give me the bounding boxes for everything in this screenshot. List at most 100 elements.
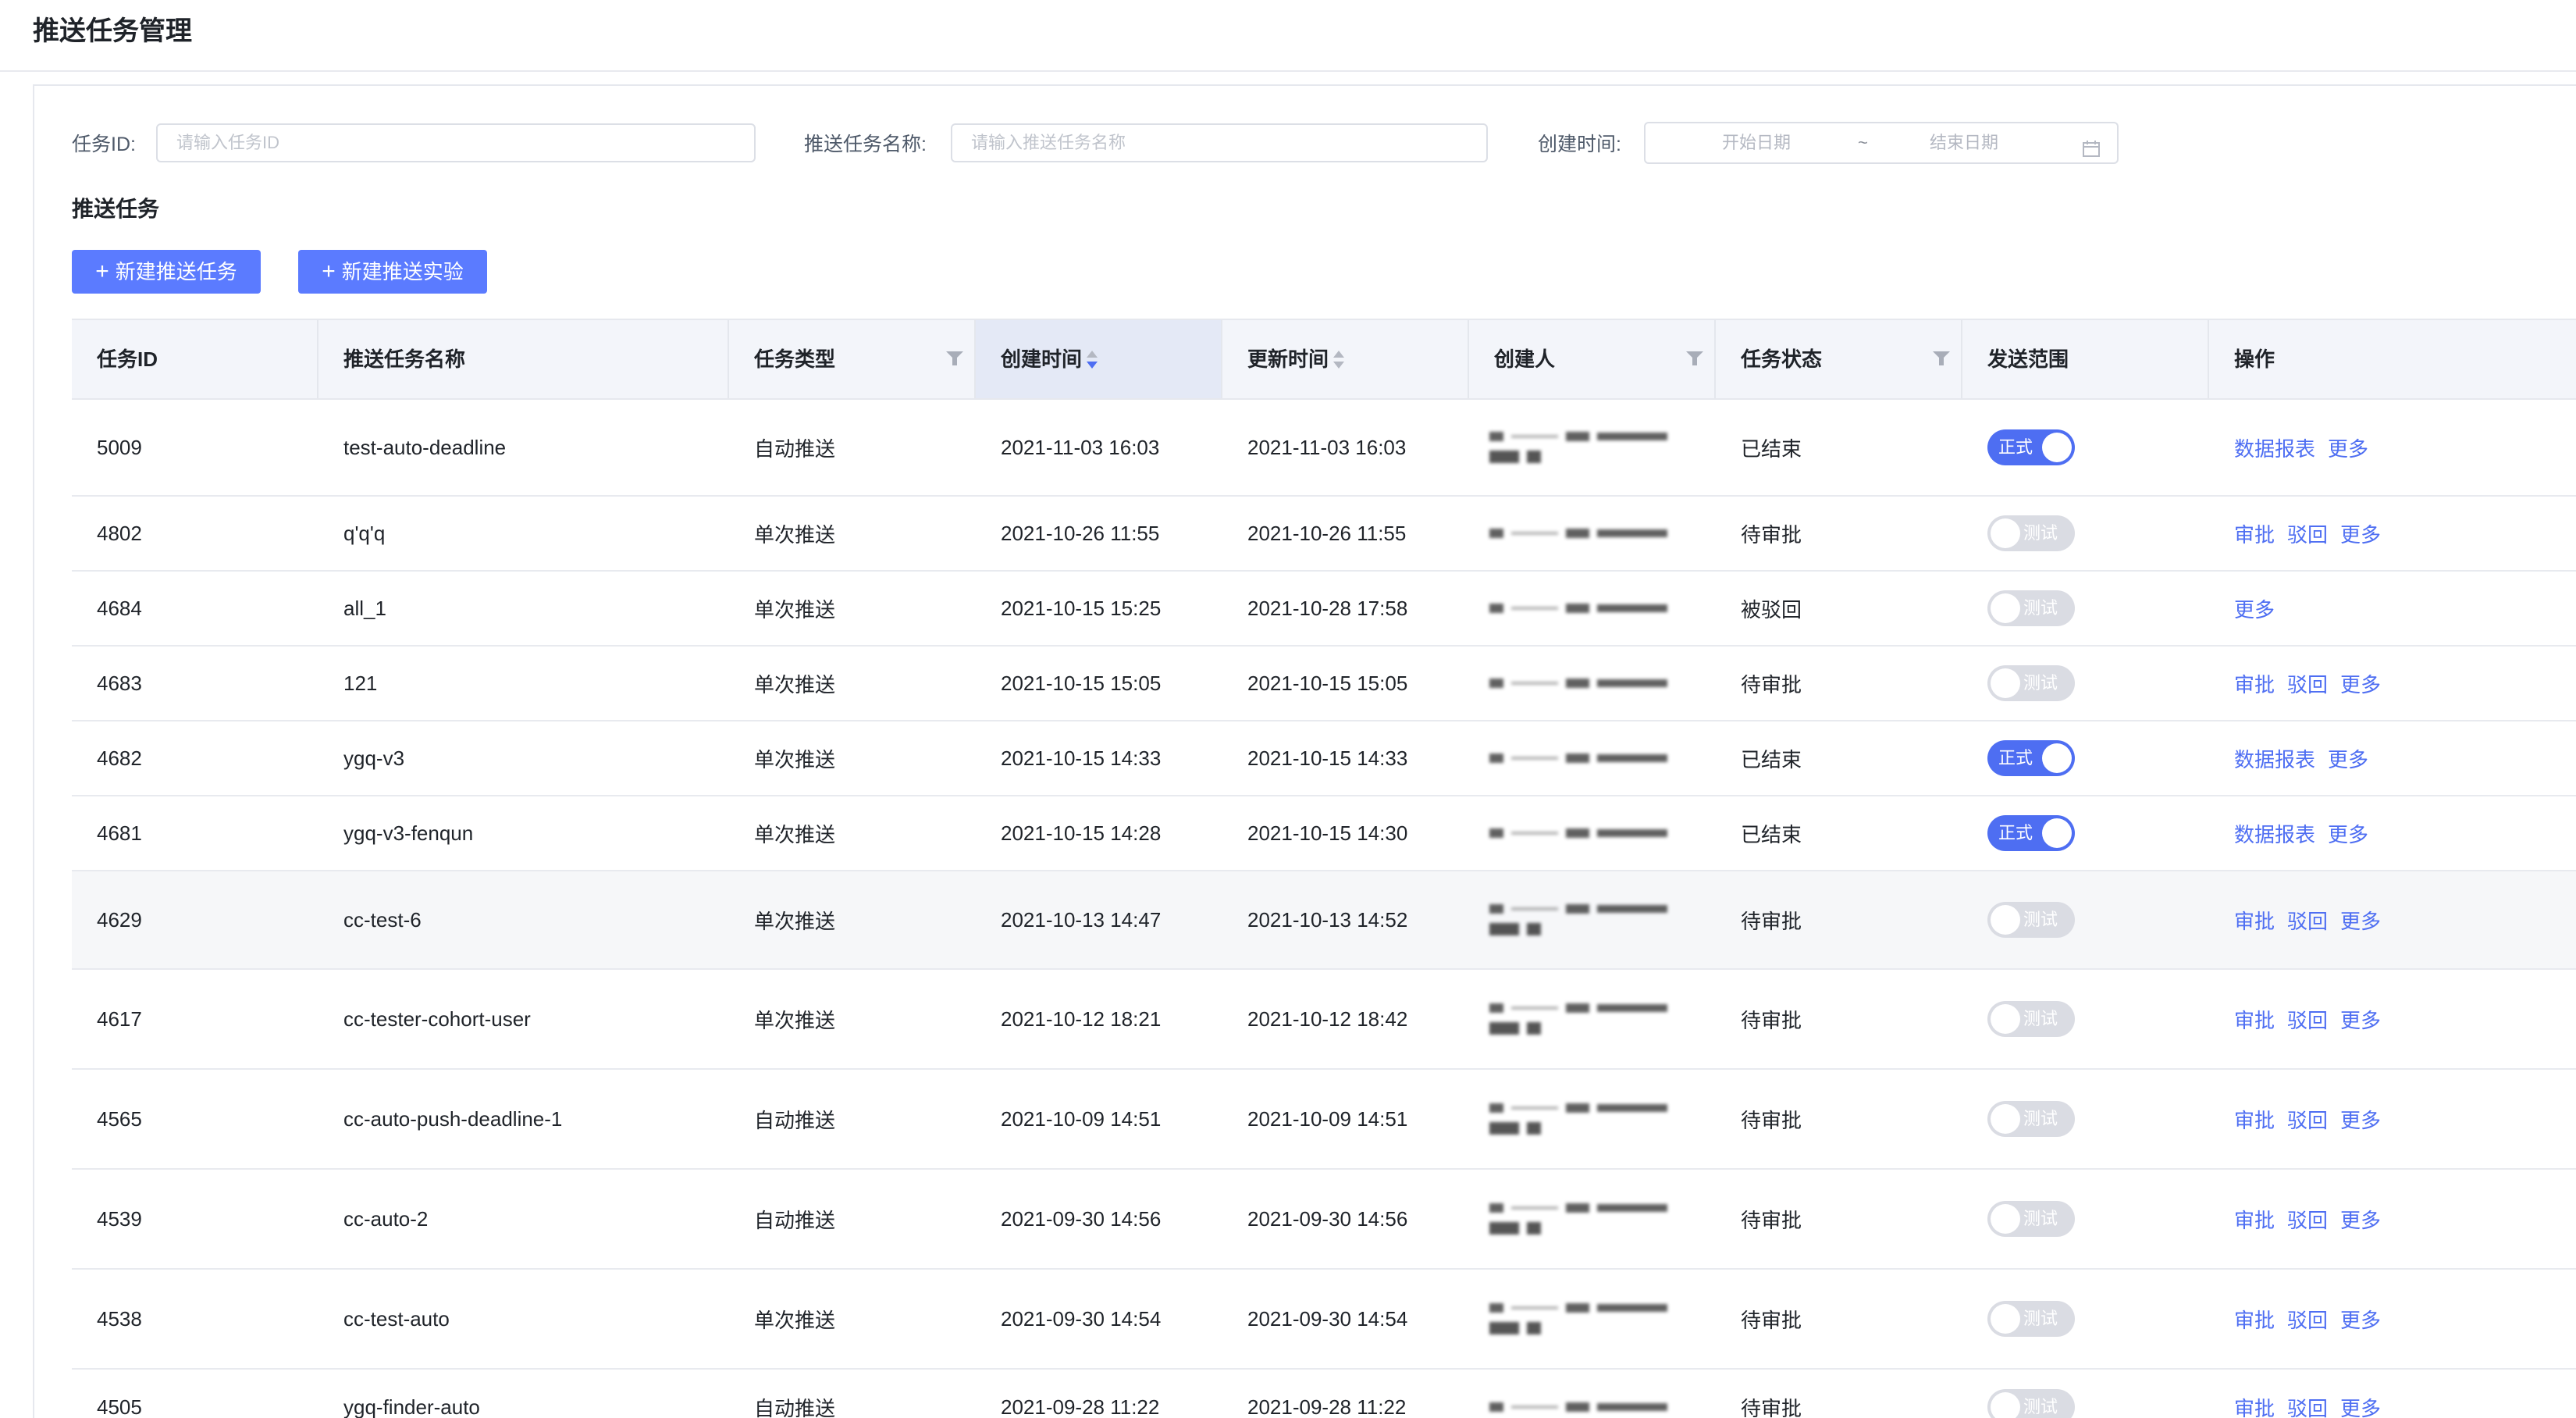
- new-push-task-button[interactable]: + 新建推送任务: [72, 250, 261, 294]
- cell-task-status: 待审批: [1741, 1308, 1802, 1332]
- task-id-input[interactable]: [156, 123, 756, 162]
- approve-link[interactable]: 审批: [2234, 669, 2275, 698]
- header-creator[interactable]: 创建人: [1469, 320, 1716, 398]
- scope-toggle[interactable]: 测试: [1987, 1001, 2075, 1037]
- task-name-input[interactable]: [951, 123, 1488, 162]
- header-updated-time[interactable]: 更新时间: [1222, 320, 1469, 398]
- cell-task-name: cc-test-auto: [343, 1306, 450, 1331]
- more-link[interactable]: 更多: [2340, 1205, 2381, 1234]
- filter-icon[interactable]: [1933, 351, 1950, 365]
- cell-created-time: 2021-09-30 14:54: [1001, 1306, 1162, 1331]
- cell-task-type: 自动推送: [754, 1108, 836, 1132]
- scope-toggle[interactable]: 测试: [1987, 1301, 2075, 1337]
- sort-icon[interactable]: [1333, 349, 1345, 372]
- redacted-creator: [1489, 828, 1667, 838]
- date-range-picker[interactable]: 开始日期 ~ 结束日期: [1644, 122, 2119, 164]
- redacted-creator: [1489, 432, 1667, 463]
- cell-updated-time: 2021-09-30 14:54: [1247, 1306, 1408, 1331]
- redacted-creator: [1489, 1303, 1667, 1334]
- cell-task-name: all_1: [343, 596, 386, 620]
- reject-link[interactable]: 驳回: [2287, 669, 2328, 698]
- header-task-name: 推送任务名称: [318, 320, 729, 398]
- approve-link[interactable]: 审批: [2234, 1005, 2275, 1034]
- cell-updated-time: 2021-09-28 11:22: [1247, 1395, 1407, 1418]
- data-report-link[interactable]: 数据报表: [2234, 819, 2315, 848]
- table-row: 4539 cc-auto-2 自动推送 2021-09-30 14:56 2021-09…: [72, 1170, 2576, 1270]
- reject-link[interactable]: 驳回: [2287, 1393, 2328, 1418]
- redacted-creator: [1489, 904, 1667, 935]
- header-task-type[interactable]: 任务类型: [729, 320, 976, 398]
- reject-link[interactable]: 驳回: [2287, 1105, 2328, 1134]
- approve-link[interactable]: 审批: [2234, 1393, 2275, 1418]
- page-header: 推送任务管理: [0, 0, 2576, 72]
- scope-toggle[interactable]: 正式: [1987, 740, 2075, 776]
- cell-operations: 数据报表 更多: [2209, 796, 2576, 870]
- cell-task-name: cc-tester-cohort-user: [343, 1006, 531, 1031]
- scope-toggle[interactable]: 测试: [1987, 665, 2075, 701]
- more-link[interactable]: 更多: [2340, 519, 2381, 548]
- header-task-status[interactable]: 任务状态: [1716, 320, 1962, 398]
- approve-link[interactable]: 审批: [2234, 1305, 2275, 1334]
- scope-toggle[interactable]: 测试: [1987, 1201, 2075, 1237]
- cell-operations: 审批 驳回 更多: [2209, 1070, 2576, 1168]
- more-link[interactable]: 更多: [2328, 819, 2368, 848]
- more-link[interactable]: 更多: [2340, 906, 2381, 935]
- calendar-icon[interactable]: [2083, 133, 2100, 157]
- reject-link[interactable]: 驳回: [2287, 519, 2328, 548]
- filter-icon[interactable]: [946, 351, 963, 365]
- cell-task-type: 单次推送: [754, 822, 836, 846]
- cell-created-time: 2021-10-15 14:28: [1001, 821, 1162, 845]
- reject-link[interactable]: 驳回: [2287, 1205, 2328, 1234]
- sort-icon[interactable]: [1087, 349, 1098, 372]
- more-link[interactable]: 更多: [2328, 744, 2368, 773]
- reject-link[interactable]: 驳回: [2287, 1005, 2328, 1034]
- cell-creator: [1469, 871, 1716, 968]
- new-push-experiment-button[interactable]: + 新建推送实验: [298, 250, 487, 294]
- more-link[interactable]: 更多: [2328, 433, 2368, 462]
- reject-link[interactable]: 驳回: [2287, 906, 2328, 935]
- header-created-time[interactable]: 创建时间: [976, 320, 1222, 398]
- scope-toggle[interactable]: 正式: [1987, 429, 2075, 465]
- cell-task-name: cc-auto-push-deadline-1: [343, 1106, 563, 1131]
- table-row: 4565 cc-auto-push-deadline-1 自动推送 2021-10-0…: [72, 1070, 2576, 1170]
- table-body: 5009 test-auto-deadline 自动推送 2021-11-03 16:…: [72, 400, 2576, 1418]
- scope-toggle[interactable]: 测试: [1987, 590, 2075, 626]
- more-link[interactable]: 更多: [2340, 1305, 2381, 1334]
- start-date-input[interactable]: 开始日期: [1722, 123, 1791, 162]
- toggle-knob: [1991, 1204, 2020, 1234]
- cell-task-status: 被驳回: [1741, 597, 1802, 622]
- more-link[interactable]: 更多: [2340, 1393, 2381, 1418]
- toggle-knob: [2042, 433, 2072, 462]
- cell-updated-time: 2021-10-15 14:30: [1247, 821, 1408, 845]
- redacted-creator: [1489, 754, 1667, 763]
- scope-toggle-label: 测试: [2023, 910, 2058, 929]
- scope-toggle[interactable]: 测试: [1987, 1389, 2075, 1418]
- more-link[interactable]: 更多: [2340, 1005, 2381, 1034]
- data-report-link[interactable]: 数据报表: [2234, 433, 2315, 462]
- more-link[interactable]: 更多: [2340, 1105, 2381, 1134]
- scope-toggle[interactable]: 测试: [1987, 902, 2075, 938]
- more-link[interactable]: 更多: [2234, 594, 2275, 623]
- scope-toggle[interactable]: 测试: [1987, 1101, 2075, 1137]
- date-separator: ~: [1858, 133, 1868, 152]
- more-link[interactable]: 更多: [2340, 669, 2381, 698]
- scope-toggle-label: 正式: [1998, 748, 2033, 768]
- scope-toggle[interactable]: 正式: [1987, 815, 2075, 851]
- data-report-link[interactable]: 数据报表: [2234, 744, 2315, 773]
- approve-link[interactable]: 审批: [2234, 906, 2275, 935]
- approve-link[interactable]: 审批: [2234, 1205, 2275, 1234]
- filter-icon[interactable]: [1686, 351, 1703, 365]
- table-row: 4681 ygq-v3-fenqun 单次推送 2021-10-15 14:28 202…: [72, 796, 2576, 871]
- approve-link[interactable]: 审批: [2234, 1105, 2275, 1134]
- cell-created-time: 2021-10-26 11:55: [1001, 521, 1160, 545]
- end-date-input[interactable]: 结束日期: [1930, 123, 1998, 162]
- cell-send-scope: 测试: [1962, 572, 2209, 645]
- scope-toggle-label: 测试: [2023, 673, 2058, 693]
- toggle-knob: [1991, 668, 2020, 698]
- scope-toggle[interactable]: 测试: [1987, 515, 2075, 551]
- cell-task-status: 待审批: [1741, 1108, 1802, 1132]
- cell-updated-time: 2021-10-12 18:42: [1247, 1006, 1408, 1031]
- reject-link[interactable]: 驳回: [2287, 1305, 2328, 1334]
- approve-link[interactable]: 审批: [2234, 519, 2275, 548]
- scope-toggle-label: 测试: [2023, 523, 2058, 543]
